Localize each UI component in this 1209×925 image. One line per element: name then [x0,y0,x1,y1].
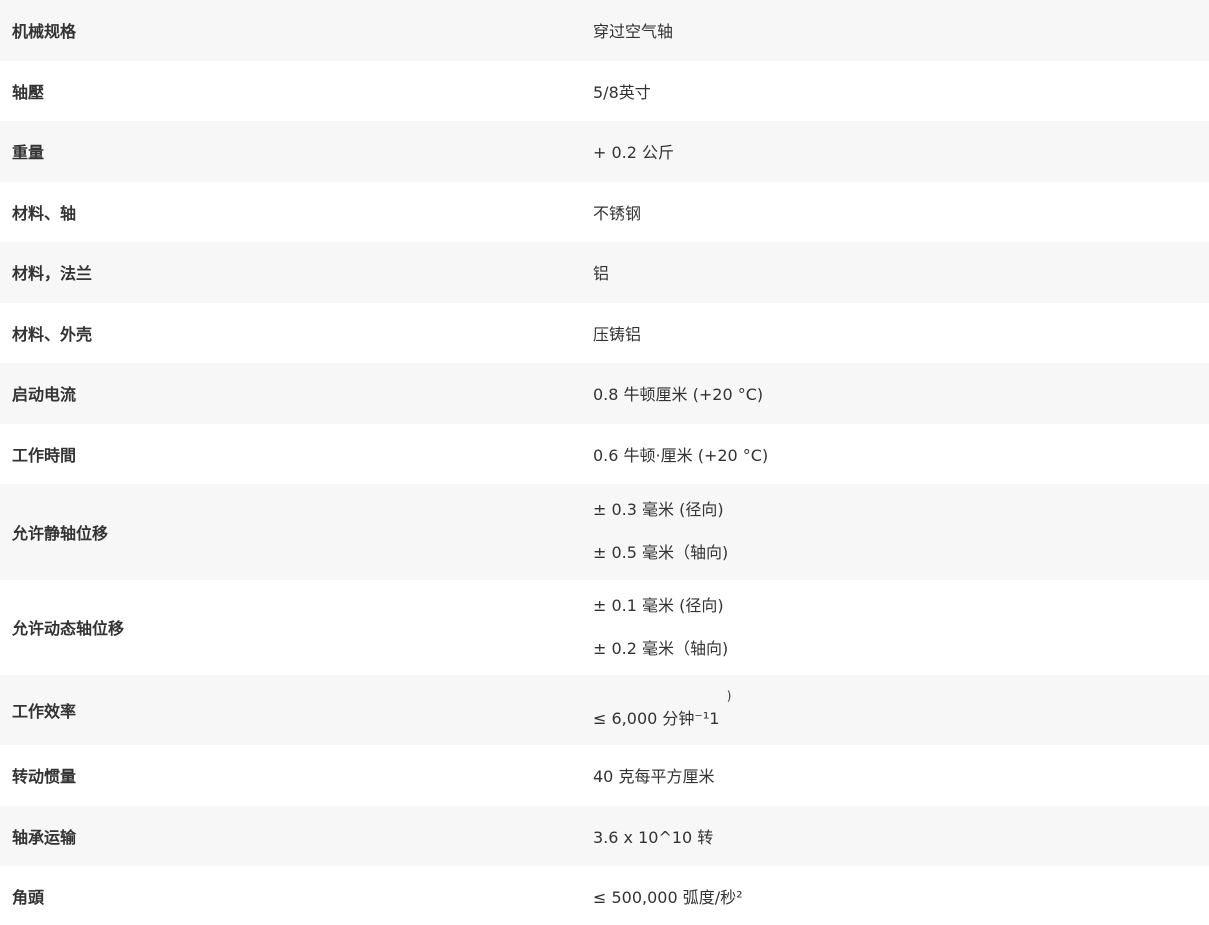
row-label: 角頭 [12,888,45,908]
table-row: 轴壓 5/8英寸 [0,60,1209,121]
table-row: 机械规格 穿过空气轴 [0,0,1209,61]
value-line-axial: ± 0.2 毫米（轴向) [593,638,729,658]
value-line-radial: ± 0.3 毫米 (径向) [593,500,724,520]
row-label: 材料、外壳 [12,324,93,344]
table-row: 角頭 ≤ 500,000 弧度/秒² [0,866,1209,925]
row-label: 允许静轴位移 [12,523,109,543]
table-row: 转动惯量 40 克每平方厘米 [0,745,1209,806]
value-line-radial: ± 0.1 毫米 (径向) [593,595,724,615]
row-value: 40 克每平方厘米 [593,767,715,787]
row-value: 压铸铝 [593,324,642,344]
efficiency-value: ≤ 6,000 分钟⁻¹1 ) [593,689,731,729]
value-line-axial: ± 0.5 毫米（轴向) [593,543,729,563]
row-label: 轴承运输 [12,827,77,847]
row-value: 3.6 x 10^10 转 [593,827,714,847]
row-value: 0.8 牛顿厘米 (+20 °C) [593,385,764,405]
table-row: 工作效率 ≤ 6,000 分钟⁻¹1 ) [0,675,1209,745]
row-label: 材料、轴 [12,203,77,223]
row-label: 允许动态轴位移 [12,619,125,639]
efficiency-superscript: ) [726,689,732,703]
table-row: 允许动态轴位移 ± 0.1 毫米 (径向) ± 0.2 毫米（轴向) [0,579,1209,676]
row-label: 材料，法兰 [12,264,93,284]
table-row: 材料，法兰 铝 [0,242,1209,303]
table-row: 重量 + 0.2 公斤 [0,121,1209,182]
efficiency-text: ≤ 6,000 分钟⁻¹1 [593,709,720,728]
table-row: 工作時間 0.6 牛顿·厘米 (+20 °C) [0,423,1209,484]
row-label: 启动电流 [12,385,77,405]
row-label: 转动惯量 [12,767,77,787]
row-value: ± 0.3 毫米 (径向) ± 0.5 毫米（轴向) [593,484,1209,580]
row-label: 工作時間 [12,445,77,465]
row-value: 铝 [593,264,610,284]
table-row: 材料、轴 不锈钢 [0,181,1209,242]
spec-table: 机械规格 穿过空气轴 轴壓 5/8英寸 重量 + 0.2 公斤 材料、轴 不锈钢… [0,0,1209,925]
table-row: 材料、外壳 压铸铝 [0,302,1209,363]
row-value: ≤ 6,000 分钟⁻¹1 ) [593,675,1209,745]
row-value: 5/8英寸 [593,82,651,102]
row-value: 不锈钢 [593,203,642,223]
row-value: 穿过空气轴 [593,22,674,42]
table-row: 启动电流 0.8 牛顿厘米 (+20 °C) [0,363,1209,424]
row-label: 轴壓 [12,82,45,102]
row-label: 工作效率 [12,702,77,721]
row-value: 0.6 牛顿·厘米 (+20 °C) [593,445,769,465]
table-row: 轴承运输 3.6 x 10^10 转 [0,805,1209,866]
table-row: 允许静轴位移 ± 0.3 毫米 (径向) ± 0.5 毫米（轴向) [0,484,1209,580]
row-value: ≤ 500,000 弧度/秒² [593,888,743,908]
row-value: + 0.2 公斤 [593,143,675,163]
row-value: ± 0.1 毫米 (径向) ± 0.2 毫米（轴向) [593,580,1209,676]
row-label: 机械规格 [12,22,77,42]
row-label: 重量 [12,143,45,163]
